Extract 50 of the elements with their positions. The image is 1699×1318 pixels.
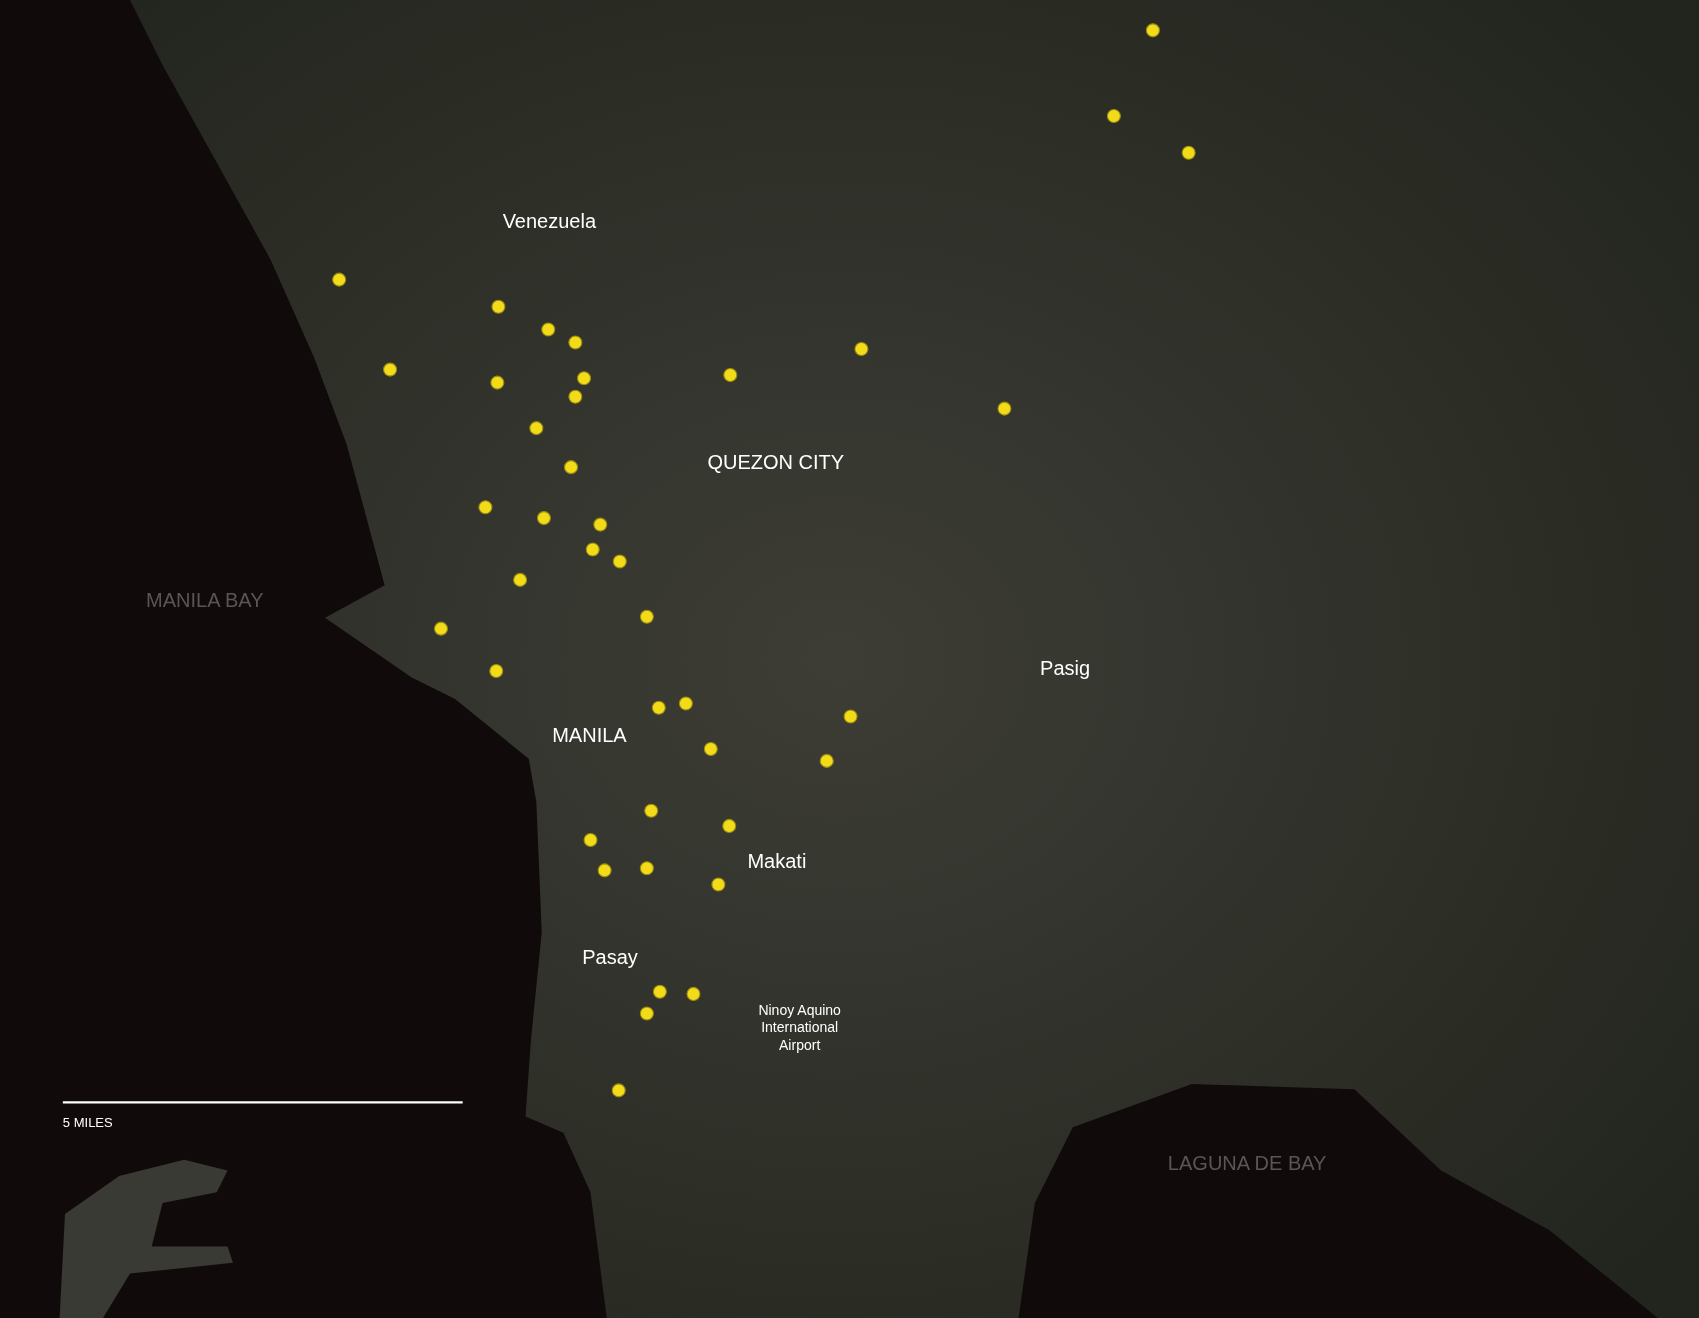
- location-dot: [854, 341, 869, 357]
- location-dot: [489, 663, 504, 678]
- location-dot: [536, 511, 551, 526]
- location-dot: [529, 421, 544, 436]
- location-dot: [639, 861, 654, 876]
- location-dot: [577, 371, 592, 386]
- location-dot: [723, 367, 738, 383]
- water-label: LAGUNA DE BAY: [1167, 1151, 1327, 1175]
- location-dot: [639, 609, 654, 624]
- location-dot: [513, 572, 528, 587]
- location-dot: [703, 741, 718, 756]
- place-label: MANILA: [552, 723, 627, 747]
- location-dot: [819, 753, 834, 768]
- water-label: MANILA BAY: [146, 588, 264, 612]
- location-dot: [433, 621, 449, 636]
- place-label: Venezuela: [502, 209, 597, 233]
- location-dot: [997, 401, 1012, 416]
- location-dot: [564, 460, 579, 475]
- location-dot: [612, 554, 627, 569]
- location-dot: [652, 984, 667, 999]
- location-dot: [332, 272, 347, 287]
- location-dot: [585, 542, 600, 557]
- location-dot: [686, 986, 701, 1001]
- place-label: Pasay: [582, 945, 638, 969]
- location-dot: [1106, 108, 1121, 124]
- location-dot: [541, 322, 556, 337]
- location-dot: [583, 832, 598, 848]
- location-dot: [1181, 145, 1196, 160]
- location-dot: [711, 877, 726, 892]
- location-dot: [490, 375, 505, 390]
- location-dot: [1145, 23, 1160, 38]
- location-dot: [491, 299, 506, 314]
- location-dot: [478, 500, 493, 515]
- location-dot: [843, 709, 858, 724]
- location-dot: [568, 335, 583, 350]
- location-dot: [597, 863, 612, 878]
- location-dot: [383, 362, 398, 377]
- location-dot: [611, 1083, 626, 1098]
- place-label: QUEZON CITY: [707, 450, 845, 474]
- place-label: Ninoy Aquino International Airport: [757, 1001, 842, 1054]
- location-dot: [568, 389, 583, 404]
- scale-label: 5 MILES: [62, 1115, 113, 1131]
- location-dot: [644, 803, 659, 818]
- location-dot: [722, 818, 737, 833]
- place-label: Makati: [747, 849, 807, 873]
- location-dot: [678, 696, 693, 711]
- location-dot: [639, 1006, 654, 1021]
- place-label: Pasig: [1040, 656, 1091, 680]
- location-dot: [593, 517, 608, 532]
- location-dot: [651, 700, 666, 715]
